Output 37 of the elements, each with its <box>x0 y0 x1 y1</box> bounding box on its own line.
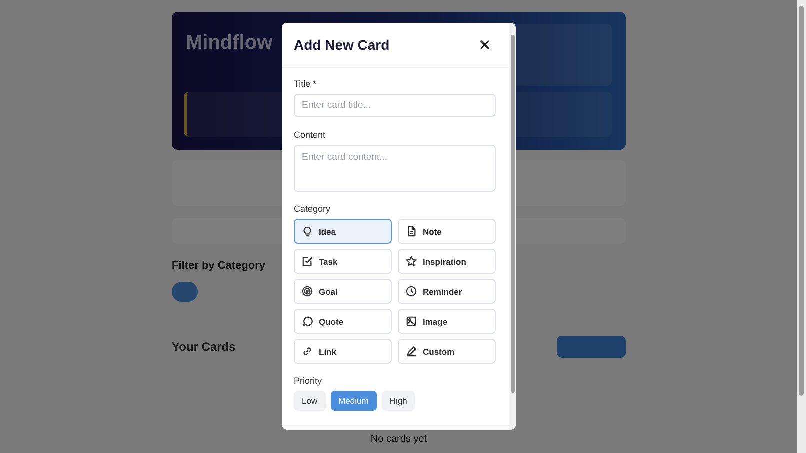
field-label: Content <box>294 130 327 140</box>
section-heading: Your Cards <box>172 340 236 354</box>
target-icon <box>302 286 313 297</box>
category-option[interactable]: Reminder <box>398 279 496 304</box>
filter-chip[interactable] <box>172 282 198 302</box>
app-title: Mindflow <box>186 32 273 55</box>
clock-icon <box>406 286 417 297</box>
section-title: Filter by Category <box>172 260 266 272</box>
category-option[interactable]: Quote <box>294 309 392 334</box>
link-icon <box>302 346 313 357</box>
field-label: Category <box>294 204 332 214</box>
page-scrollbar[interactable] <box>797 0 806 453</box>
pen-icon <box>406 346 417 357</box>
title-input[interactable]: Enter card title... <box>294 94 496 117</box>
priority-option[interactable]: High <box>382 391 416 411</box>
category-option[interactable]: Link <box>294 339 392 364</box>
dialog-title: Add New Card <box>294 37 390 53</box>
category-option[interactable]: Task <box>294 249 392 274</box>
bubble-icon <box>302 316 313 327</box>
category-option[interactable]: Custom <box>398 339 496 364</box>
field-label: Priority <box>294 376 324 386</box>
doc-icon <box>406 226 417 237</box>
empty-message: No cards yet <box>370 434 428 445</box>
star-icon <box>406 256 417 267</box>
category-option[interactable]: Inspiration <box>398 249 496 274</box>
close-icon[interactable] <box>480 40 490 50</box>
bulb-icon <box>302 226 313 237</box>
image-icon <box>406 316 417 327</box>
priority-option[interactable]: Low <box>294 391 326 411</box>
content-textarea[interactable]: Enter card content... <box>294 145 496 192</box>
check-icon <box>302 256 313 267</box>
dialog-scrollbar[interactable] <box>509 23 516 430</box>
category-option[interactable]: Note <box>398 219 496 244</box>
category-option[interactable]: Idea <box>294 219 392 244</box>
category-option[interactable]: Goal <box>294 279 392 304</box>
field-label: Title * <box>294 79 318 89</box>
category-option[interactable]: Image <box>398 309 496 334</box>
